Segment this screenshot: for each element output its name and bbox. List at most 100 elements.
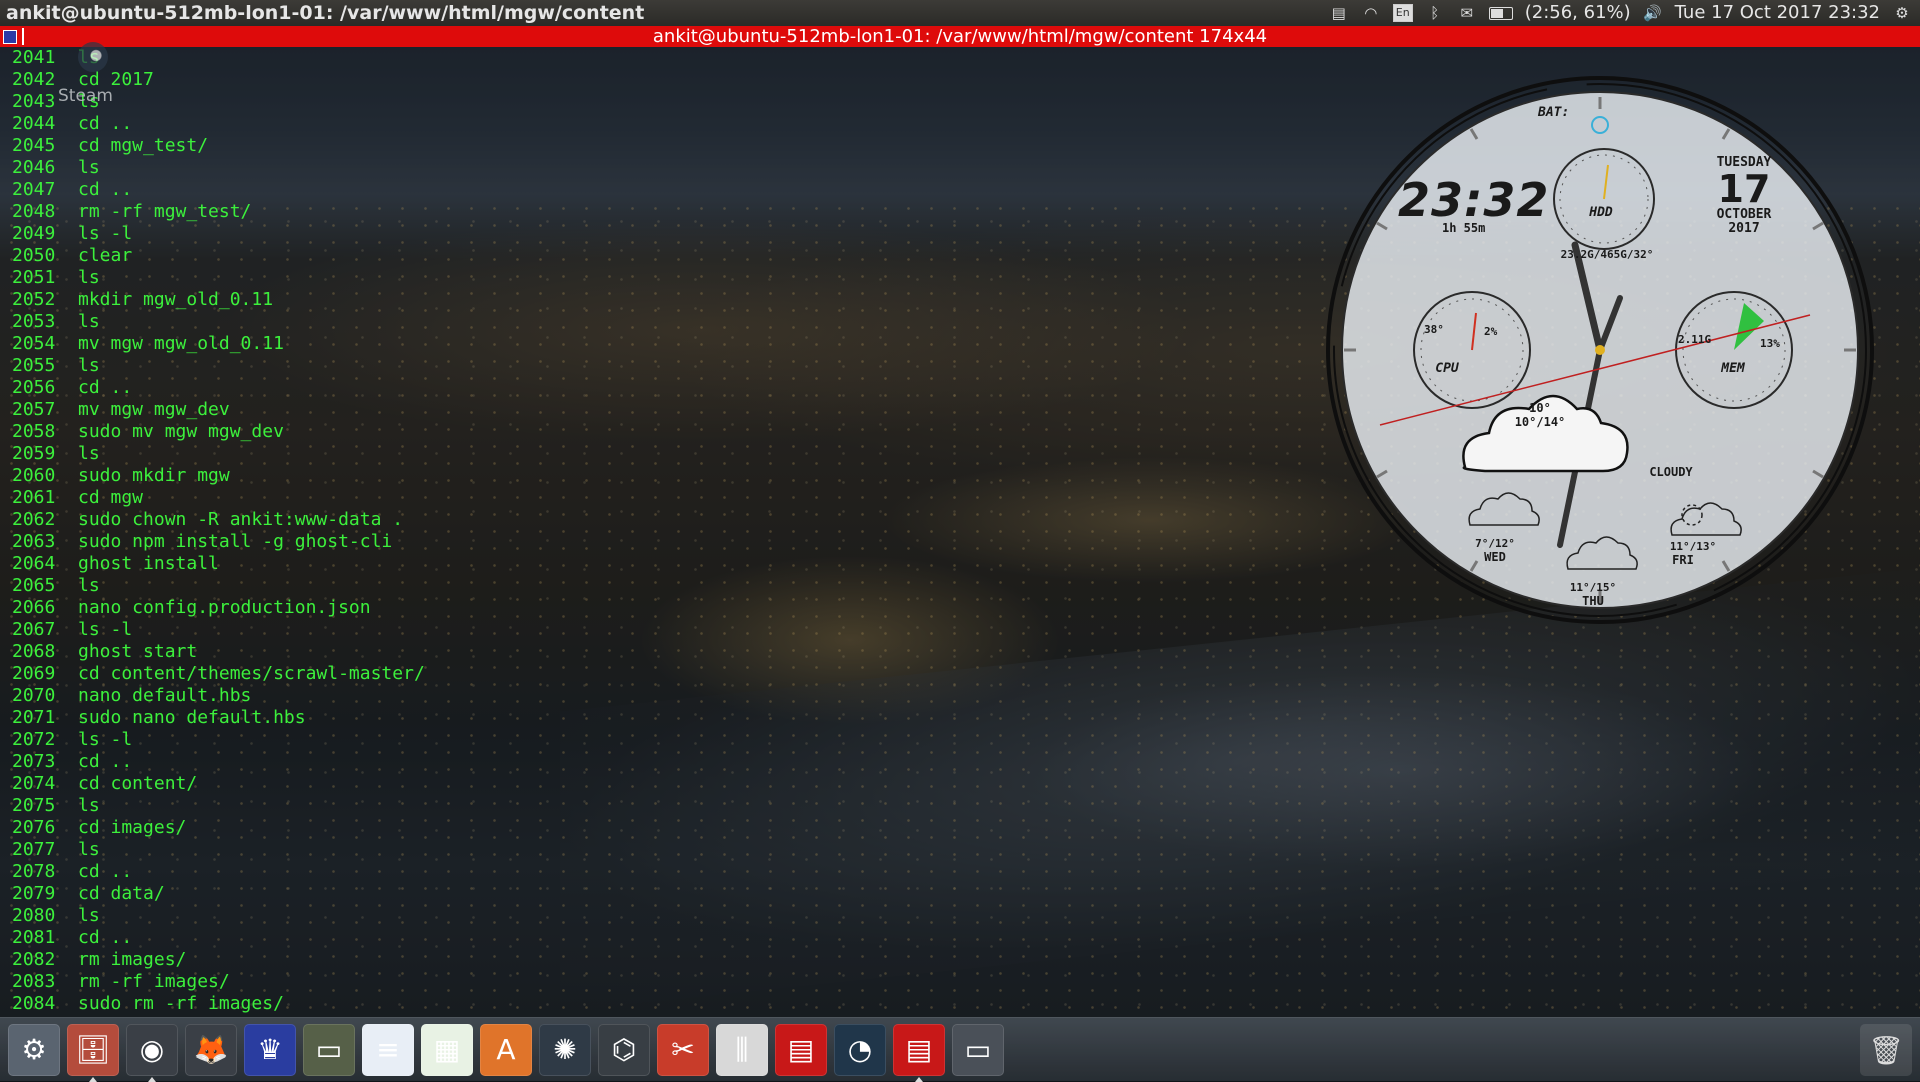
gauge-icon[interactable]: ◔ [834, 1024, 886, 1076]
history-line: 2056 cd .. [12, 377, 425, 399]
dock-glyph: ⚙ [21, 1033, 47, 1066]
mail-icon[interactable]: ✉ [1457, 3, 1477, 23]
mixer-icon[interactable]: ⫼ [716, 1024, 768, 1076]
history-line: 2045 cd mgw_test/ [12, 135, 425, 157]
history-number: 2049 [12, 223, 56, 244]
history-line: 2047 cd .. [12, 179, 425, 201]
swirl-app-icon[interactable]: ✺ [539, 1024, 591, 1076]
updater-icon[interactable]: ⌬ [598, 1024, 650, 1076]
history-command: ls [78, 795, 100, 816]
history-number: 2057 [12, 399, 56, 420]
history-command: cd .. [78, 861, 133, 882]
terminal-mini-icon[interactable]: ▭ [303, 1024, 355, 1076]
bluetooth-icon[interactable]: ᛒ [1425, 3, 1445, 23]
wifi-icon[interactable]: ◠ [1361, 3, 1381, 23]
keyboard-layout-indicator[interactable]: En [1392, 4, 1413, 22]
widget-time: 23:32 [1398, 173, 1550, 227]
history-line: 2046 ls [12, 157, 425, 179]
history-command: cd .. [78, 179, 133, 200]
history-command: ls [78, 355, 100, 376]
history-output[interactable]: 2041ls2042cd 20172043ls2044cd ..2045cd m… [12, 47, 425, 1015]
panel-clock[interactable]: Tue 17 Oct 2017 23:32 [1675, 0, 1880, 26]
history-number: 2052 [12, 289, 56, 310]
history-command: mkdir mgw_old_0.11 [78, 289, 274, 310]
history-line: 2084 sudo rm -rf images/ [12, 993, 425, 1015]
window-icon[interactable]: ▭ [952, 1024, 1004, 1076]
history-number: 2081 [12, 927, 56, 948]
history-number: 2045 [12, 135, 56, 156]
history-command: ls [78, 905, 100, 926]
file-manager-icon[interactable]: 🗄 [67, 1024, 119, 1082]
battery-status[interactable]: (2:56, 61%) [1525, 0, 1631, 26]
history-number: 2063 [12, 531, 56, 552]
history-command: cd content/ [78, 773, 198, 794]
history-command: ls [78, 575, 100, 596]
history-command: cd .. [78, 377, 133, 398]
history-number: 2066 [12, 597, 56, 618]
history-command: mv mgw mgw_dev [78, 399, 230, 420]
history-number: 2060 [12, 465, 56, 486]
history-number: 2077 [12, 839, 56, 860]
indicator-area: ▤ ◠ En ᛒ ✉ (2:56, 61%) 🔊 Tue 17 Oct 2017… [1329, 0, 1912, 26]
history-number: 2058 [12, 421, 56, 442]
history-line: 2063 sudo npm install -g ghost-cli [12, 531, 425, 553]
chrome-icon[interactable]: ◉ [126, 1024, 178, 1082]
history-command: ls -l [78, 223, 133, 244]
writer-icon[interactable]: ≡ [362, 1024, 414, 1076]
ubuntu-settings-icon[interactable]: ⚙ [8, 1024, 60, 1076]
terminal-app-icon[interactable] [3, 30, 17, 44]
volume-icon[interactable]: 🔊 [1643, 3, 1663, 23]
history-number: 2054 [12, 333, 56, 354]
history-line: 2061 cd mgw [12, 487, 425, 509]
history-line: 2050 clear [12, 245, 425, 267]
red-terminal-2-icon[interactable]: ▤ [893, 1024, 945, 1082]
battery-icon[interactable] [1488, 6, 1513, 20]
history-number: 2062 [12, 509, 56, 530]
history-number: 2069 [12, 663, 56, 684]
dock-glyph: ▤ [787, 1033, 815, 1066]
history-command: sudo rm -rf images/ [78, 993, 284, 1014]
tools-icon[interactable]: ✂ [657, 1024, 709, 1076]
clock-face-graphic [1326, 76, 1874, 624]
history-number: 2046 [12, 157, 56, 178]
trash-icon[interactable]: 🗑 [1860, 1024, 1912, 1076]
dock-glyph: ◉ [139, 1033, 165, 1066]
firefox-icon[interactable]: 🦊 [185, 1024, 237, 1076]
history-line: 2053 ls [12, 311, 425, 333]
calc-icon[interactable]: ▦ [421, 1024, 473, 1076]
steam-desktop-label[interactable]: Steam [58, 86, 113, 106]
history-number: 2050 [12, 245, 56, 266]
terminal-title: ankit@ubuntu-512mb-lon1-01: /var/www/htm… [652, 26, 1268, 47]
forecast-day: FRI [1672, 553, 1694, 567]
forecast-temps: 11°/15° [1569, 581, 1617, 594]
history-line: 2054 mv mgw mgw_old_0.11 [12, 333, 425, 355]
history-number: 2084 [12, 993, 56, 1014]
history-line: 2071 sudo nano default.hbs [12, 707, 425, 729]
history-command: ls -l [78, 729, 133, 750]
history-line: 2075 ls [12, 795, 425, 817]
games-icon[interactable]: ♛ [244, 1024, 296, 1076]
history-number: 2041 [12, 47, 56, 68]
history-command: sudo mv mgw mgw_dev [78, 421, 284, 442]
clipboard-icon[interactable]: ▤ [1329, 3, 1349, 23]
history-line: 2055 ls [12, 355, 425, 377]
terminal-titlebar[interactable]: ankit@ubuntu-512mb-lon1-01: /var/www/htm… [0, 26, 1920, 47]
widget-mem-label: MEM [1721, 361, 1745, 376]
history-command: cd mgw [78, 487, 144, 508]
history-number: 2083 [12, 971, 56, 992]
history-number: 2071 [12, 707, 56, 728]
history-line: 2083 rm -rf images/ [12, 971, 425, 993]
red-terminal-icon[interactable]: ▤ [775, 1024, 827, 1076]
history-command: cd images/ [78, 817, 187, 838]
steam-icon[interactable] [78, 42, 108, 72]
history-line: 2078 cd .. [12, 861, 425, 883]
software-center-icon[interactable]: A [480, 1024, 532, 1076]
history-command: nano config.production.json [78, 597, 371, 618]
clock-widget[interactable]: BAT: 23:32 1h 55m TUESDAY 17 OCTOBER 201… [1310, 55, 1880, 645]
history-number: 2080 [12, 905, 56, 926]
gear-icon[interactable]: ⚙ [1892, 3, 1912, 23]
history-number: 2067 [12, 619, 56, 640]
history-line: 2068 ghost start [12, 641, 425, 663]
history-command: cd .. [78, 751, 133, 772]
dock-glyph: ⌬ [611, 1033, 637, 1066]
